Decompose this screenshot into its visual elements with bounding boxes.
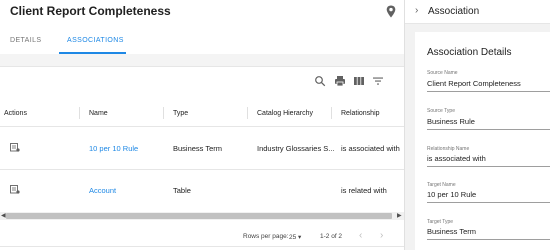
scroll-left-icon[interactable]: ◀ xyxy=(1,213,6,219)
relationship-name-label: Relationship Name xyxy=(427,146,470,152)
column-header-relationship[interactable]: Relationship xyxy=(341,110,380,117)
row-name-link[interactable]: Account xyxy=(89,186,116,195)
row-type: Table xyxy=(173,186,191,195)
column-divider[interactable] xyxy=(163,107,164,119)
next-page-icon[interactable]: › xyxy=(380,230,383,241)
panel-header: › Association xyxy=(405,0,550,24)
tab-bar: DETAILS ASSOCIATIONS xyxy=(0,24,404,54)
target-type-value[interactable]: Business Term xyxy=(427,227,476,236)
target-name-label: Target Name xyxy=(427,182,456,188)
rows-per-page-select[interactable]: 25 ▾ xyxy=(289,233,301,241)
page-header: Client Report Completeness xyxy=(0,0,404,24)
column-divider[interactable] xyxy=(331,107,332,119)
field-underline xyxy=(427,202,550,203)
source-type-value[interactable]: Business Rule xyxy=(427,117,475,126)
rows-per-page-value[interactable]: 25 xyxy=(289,234,296,241)
header-divider xyxy=(0,126,404,127)
scroll-right-icon[interactable]: ▶ xyxy=(397,213,402,219)
row-name-link[interactable]: 10 per 10 Rule xyxy=(89,144,138,153)
horizontal-scrollbar[interactable]: ◀ ▶ xyxy=(0,212,404,220)
source-name-value[interactable]: Client Report Completeness xyxy=(427,79,521,88)
row-relationship: is associated with xyxy=(341,144,400,153)
print-icon[interactable] xyxy=(334,75,346,87)
field-underline xyxy=(427,239,550,240)
field-underline xyxy=(427,91,550,92)
row-details-icon[interactable] xyxy=(10,185,20,194)
column-divider[interactable] xyxy=(247,107,248,119)
row-type: Business Term xyxy=(173,144,223,153)
field-underline xyxy=(427,129,550,130)
page-title: Client Report Completeness xyxy=(10,4,171,18)
panel-title: Association xyxy=(428,6,480,17)
main-pane: Client Report Completeness DETAILS ASSOC… xyxy=(0,0,404,250)
column-header-type[interactable]: Type xyxy=(173,110,188,117)
previous-page-icon[interactable]: ‹ xyxy=(359,230,362,241)
target-name-value[interactable]: 10 per 10 Rule xyxy=(427,190,476,199)
field-underline xyxy=(427,166,550,167)
column-header-actions[interactable]: Actions xyxy=(4,110,27,117)
relationship-name-value[interactable]: is associated with xyxy=(427,154,486,163)
row-catalog-hierarchy: Industry Glossaries S... xyxy=(257,144,335,153)
search-icon[interactable] xyxy=(314,75,326,87)
association-details-card: Association Details Source Name Client R… xyxy=(415,32,550,250)
column-header-catalog-hierarchy[interactable]: Catalog Hierarchy xyxy=(257,110,313,117)
details-title: Association Details xyxy=(427,47,512,58)
column-header-name[interactable]: Name xyxy=(89,110,108,117)
content-gap xyxy=(0,54,404,66)
pagination-range: 1-2 of 2 xyxy=(320,233,343,240)
footer-divider xyxy=(0,246,404,247)
tab-details[interactable]: DETAILS xyxy=(10,37,41,44)
source-type-label: Source Type xyxy=(427,108,455,114)
row-divider xyxy=(0,169,404,170)
row-details-icon[interactable] xyxy=(10,143,20,152)
source-name-label: Source Name xyxy=(427,70,458,76)
association-side-panel: › Association Association Details Source… xyxy=(404,0,550,250)
pin-icon[interactable] xyxy=(386,5,396,18)
tab-associations[interactable]: ASSOCIATIONS xyxy=(67,37,124,44)
rows-per-page-label: Rows per page: xyxy=(243,233,289,240)
caret-down-icon[interactable]: ▾ xyxy=(298,234,301,241)
row-relationship: is related with xyxy=(341,186,387,195)
column-divider[interactable] xyxy=(79,107,80,119)
view-columns-icon[interactable] xyxy=(353,75,365,87)
chevron-right-icon[interactable]: › xyxy=(415,5,418,16)
filter-list-icon[interactable] xyxy=(372,75,384,87)
scrollbar-thumb[interactable] xyxy=(6,213,392,219)
target-type-label: Target Type xyxy=(427,219,454,225)
